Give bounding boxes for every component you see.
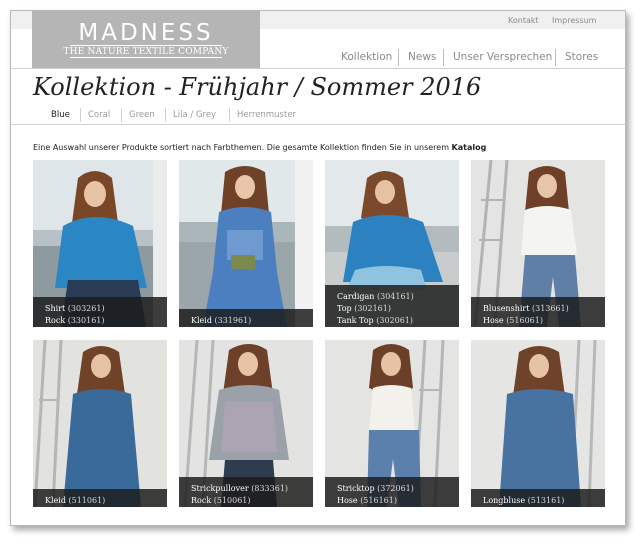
product-name: Tank Top (337, 316, 374, 325)
tabs-divider (11, 124, 625, 125)
tab-blue[interactable]: Blue (51, 110, 70, 120)
tab-coral[interactable]: Coral (88, 110, 110, 120)
nav-divider (398, 49, 399, 66)
caption-line: Stricktop (372061) (325, 483, 459, 495)
utility-link-impressum[interactable]: Impressum (552, 16, 596, 25)
caption-line: Strickpullover (833361) (179, 483, 313, 495)
product-photo (179, 160, 313, 327)
product-name: Hose (483, 316, 504, 325)
caption-line: Kleid (331961) (179, 315, 313, 327)
nav-item-kollektion[interactable]: Kollektion (341, 51, 392, 63)
product-caption: Blusenshirt (313661) Hose (516061) (471, 297, 605, 327)
caption-line: Kleid (511061) (33, 495, 167, 507)
product-code: (516161) (360, 496, 397, 505)
product-card[interactable]: Longbluse (513161) (471, 340, 605, 507)
tab-divider (229, 108, 230, 122)
caption-line: Top (302161) (325, 303, 459, 315)
product-caption: Cardigan (304161) Top (302161) Tank Top … (325, 285, 459, 327)
product-name: Strickpullover (191, 484, 249, 493)
product-code: (511061) (68, 496, 106, 505)
product-name: Longbluse (483, 496, 526, 505)
caption-line: Rock (510061) (179, 495, 313, 507)
utility-link-kontakt[interactable]: Kontakt (508, 16, 539, 25)
caption-line: Shirt (303261) (33, 303, 167, 315)
caption-line: Longbluse (513161) (471, 495, 605, 507)
katalog-link[interactable]: Katalog (452, 143, 487, 152)
caption-line: Cardigan (304161) (325, 291, 459, 303)
product-caption: Longbluse (513161) (471, 489, 605, 507)
tab-green[interactable]: Green (129, 110, 155, 120)
product-name: Blusenshirt (483, 304, 530, 313)
product-caption: Shirt (303261) Rock (330161) (33, 297, 167, 327)
page-title: Kollektion - Frühjahr / Sommer 2016 (33, 73, 482, 101)
nav-item-news[interactable]: News (408, 51, 436, 63)
product-card[interactable]: Kleid (511061) (33, 340, 167, 507)
tab-divider (165, 108, 166, 122)
product-name: Shirt (45, 304, 66, 313)
tab-lila-grey[interactable]: Lila / Grey (173, 110, 216, 120)
product-name: Rock (191, 496, 212, 505)
tab-divider (80, 108, 81, 122)
product-code: (303261) (67, 304, 105, 313)
product-name: Stricktop (337, 484, 375, 493)
nav-item-stores[interactable]: Stores (565, 51, 598, 63)
product-code: (302161) (354, 304, 391, 313)
product-code: (302061) (376, 316, 414, 325)
nav-item-unser-versprechen[interactable]: Unser Versprechen (453, 51, 552, 63)
product-card[interactable]: Strickpullover (833361) Rock (510061) (179, 340, 313, 507)
product-card[interactable]: Blusenshirt (313661) Hose (516061) (471, 160, 605, 327)
product-name: Rock (45, 316, 66, 325)
caption-line: Hose (516061) (471, 315, 605, 327)
logo[interactable]: MADNESS THE NATURE TEXTILE COMPANY (32, 11, 260, 68)
product-code: (510061) (213, 496, 251, 505)
product-card[interactable]: Shirt (303261) Rock (330161) (33, 160, 167, 327)
product-name: Top (337, 304, 352, 313)
header-divider (11, 68, 625, 69)
product-code: (330161) (67, 316, 105, 325)
intro-text: Eine Auswahl unserer Produkte sortiert n… (33, 143, 486, 152)
product-card[interactable]: Stricktop (372061) Hose (516161) (325, 340, 459, 507)
product-name: Cardigan (337, 292, 375, 301)
product-code: (833361) (251, 484, 289, 493)
product-caption: Strickpullover (833361) Rock (510061) (179, 477, 313, 507)
tab-herrenmuster[interactable]: Herrenmuster (237, 110, 296, 120)
browser-page: MADNESS THE NATURE TEXTILE COMPANY Konta… (10, 10, 626, 526)
product-code: (513161) (527, 496, 565, 505)
product-photo (33, 340, 167, 507)
product-name: Kleid (191, 316, 212, 325)
logo-rule (70, 45, 222, 46)
caption-line: Blusenshirt (313661) (471, 303, 605, 315)
product-code: (313661) (531, 304, 569, 313)
product-caption: Kleid (331961) (179, 309, 313, 327)
product-code: (304161) (376, 292, 414, 301)
caption-line: Hose (516161) (325, 495, 459, 507)
logo-rule (70, 57, 222, 58)
product-code: (372061) (377, 484, 414, 493)
intro-body: Eine Auswahl unserer Produkte sortiert n… (33, 143, 452, 152)
product-code: (331961) (214, 316, 252, 325)
logo-tagline: THE NATURE TEXTILE COMPANY (63, 47, 229, 57)
product-name: Kleid (45, 496, 66, 505)
caption-line: Rock (330161) (33, 315, 167, 327)
product-caption: Kleid (511061) (33, 489, 167, 507)
product-card[interactable]: Cardigan (304161) Top (302161) Tank Top … (325, 160, 459, 327)
product-code: (516061) (506, 316, 543, 325)
tab-divider (121, 108, 122, 122)
nav-divider (555, 49, 556, 66)
nav-divider (443, 49, 444, 66)
logo-wordmark: MADNESS (78, 20, 214, 46)
product-caption: Stricktop (372061) Hose (516161) (325, 477, 459, 507)
product-card[interactable]: Kleid (331961) (179, 160, 313, 327)
caption-line: Tank Top (302061) (325, 315, 459, 327)
product-name: Hose (337, 496, 358, 505)
product-photo (471, 340, 605, 507)
